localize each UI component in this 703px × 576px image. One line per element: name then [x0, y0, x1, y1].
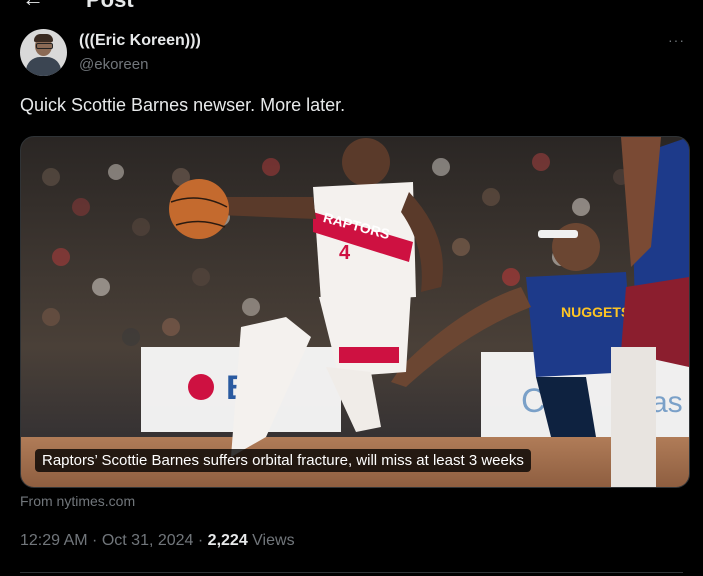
- views-count: 2,224: [207, 532, 248, 549]
- post-time[interactable]: 12:29 AM: [20, 532, 88, 549]
- svg-text:NUGGETS: NUGGETS: [561, 304, 630, 320]
- link-card-image: B C as NUGGETS RAPTORS 4: [21, 137, 689, 487]
- author-display-name[interactable]: (((Eric Koreen))): [79, 32, 201, 50]
- more-options-icon[interactable]: ···: [668, 32, 685, 48]
- page-title: Post: [86, 0, 134, 13]
- link-card-caption: Raptors’ Scottie Barnes suffers orbital …: [35, 449, 531, 472]
- top-bar: ← Post: [0, 0, 703, 14]
- meta-separator: ·: [87, 532, 102, 549]
- link-source[interactable]: From nytimes.com: [20, 493, 135, 509]
- tweet-text: Quick Scottie Barnes newser. More later.: [20, 95, 346, 115]
- link-card[interactable]: B C as NUGGETS RAPTORS 4: [20, 136, 690, 488]
- svg-text:4: 4: [339, 242, 351, 264]
- post-date[interactable]: Oct 31, 2024: [102, 532, 194, 549]
- meta-separator: ·: [193, 532, 208, 549]
- back-arrow-icon[interactable]: ←: [22, 0, 44, 12]
- author-handle[interactable]: @ekoreen: [79, 56, 148, 73]
- avatar[interactable]: [20, 29, 67, 76]
- post-meta: 12:29 AM · Oct 31, 2024 · 2,224 Views: [20, 532, 295, 550]
- views-label: Views: [252, 532, 295, 549]
- divider: [20, 572, 683, 573]
